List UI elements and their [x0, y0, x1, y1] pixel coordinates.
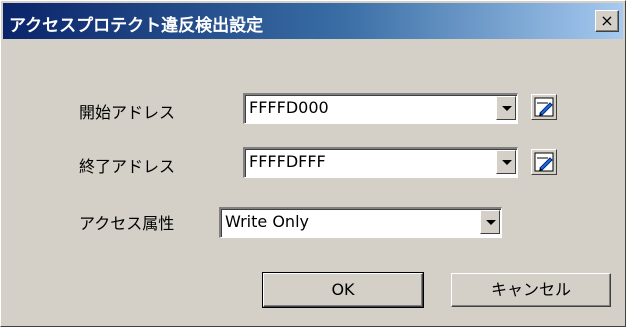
end-address-dropdown-button[interactable]: [496, 150, 516, 174]
start-address-edit-button[interactable]: [531, 94, 557, 120]
access-attribute-label: アクセス属性: [79, 214, 175, 233]
close-icon: ×: [600, 11, 614, 30]
end-address-label: 終了アドレス: [79, 157, 176, 176]
end-address-value[interactable]: FFFFDFFF: [249, 152, 326, 171]
pencil-edit-icon: [534, 97, 554, 117]
end-address-combo[interactable]: FFFFDFFF: [243, 147, 518, 178]
cancel-button[interactable]: キャンセル: [451, 273, 611, 307]
title-bar[interactable]: アクセスプロテクト違反検出設定 ×: [3, 3, 623, 39]
start-address-combo[interactable]: FFFFD000: [243, 93, 518, 124]
access-attribute-value[interactable]: Write Only: [225, 212, 309, 231]
dialog-window: アクセスプロテクト違反検出設定 × 開始アドレス FFFFD000 終了アドレス…: [0, 0, 626, 327]
dialog-title: アクセスプロテクト違反検出設定: [9, 16, 264, 36]
start-address-dropdown-button[interactable]: [496, 96, 516, 120]
close-button[interactable]: ×: [595, 10, 619, 32]
ok-button[interactable]: OK: [262, 272, 424, 308]
access-attribute-dropdown-button[interactable]: [480, 210, 500, 234]
start-address-value[interactable]: FFFFD000: [249, 98, 329, 117]
end-address-edit-button[interactable]: [531, 149, 557, 175]
start-address-label: 開始アドレス: [79, 103, 176, 122]
access-attribute-select[interactable]: Write Only: [219, 207, 502, 238]
pencil-edit-icon: [534, 152, 554, 172]
